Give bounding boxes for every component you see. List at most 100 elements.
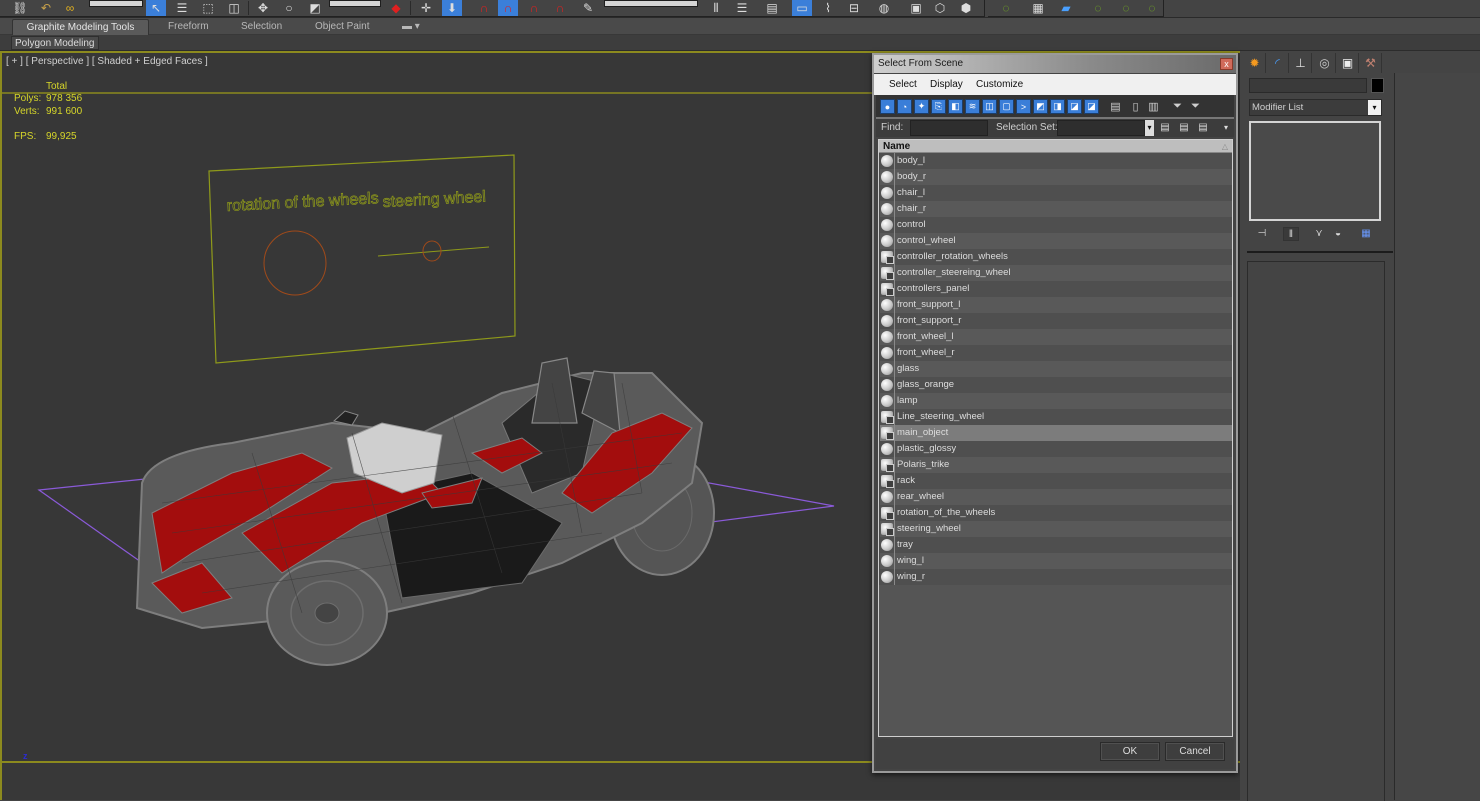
list-item[interactable]: control_wheel [879,233,1232,249]
list-item[interactable]: control [879,217,1232,233]
row-separator [894,553,895,569]
tab-freeform[interactable]: Freeform [162,19,215,35]
list-item[interactable]: chair_l [879,185,1232,201]
list-item-label: controller_steereing_wheel [897,267,1011,278]
list-item[interactable]: main_object [879,425,1232,441]
find-input[interactable] [910,120,988,136]
list-item[interactable]: steering_wheel [879,521,1232,537]
dialog-title: Select From Scene [878,58,964,69]
object-name-input[interactable] [1249,78,1367,93]
row-separator [894,313,895,329]
list-item[interactable]: lamp [879,393,1232,409]
list-item[interactable]: controllers_panel [879,281,1232,297]
filter-geometry-icon[interactable]: ● [880,99,895,114]
select-set-icon[interactable]: ▤ [1158,121,1172,135]
configure-modifier-sets-icon[interactable]: ▦ [1358,227,1374,241]
filter-helpers-icon[interactable]: ◧ [948,99,963,114]
close-icon[interactable]: x [1220,58,1233,70]
modify-icon[interactable]: ◜ [1267,53,1289,73]
display-none-icon[interactable]: ▯ [1128,99,1143,114]
hierarchy-icon[interactable]: ⊥ [1290,53,1312,73]
utilities-icon[interactable]: ⚒ [1360,53,1382,73]
filter-bones-icon[interactable]: > [1016,99,1031,114]
list-item[interactable]: wing_r [879,569,1232,585]
list-item[interactable]: rear_wheel [879,489,1232,505]
filter-lights-icon[interactable]: ✦ [914,99,929,114]
display-icon[interactable]: ▣ [1337,53,1359,73]
remove-modifier-icon[interactable]: ◒ [1330,227,1346,241]
filter-spacewarps-icon[interactable]: ≋ [965,99,980,114]
modifier-stack[interactable] [1249,121,1381,221]
list-item[interactable]: body_l [879,153,1232,169]
geometry-object-icon [881,539,893,551]
geometry-object-icon [881,443,893,455]
group-object-icon [881,459,894,472]
list-item-label: lamp [897,395,918,406]
filter-icon[interactable]: ⏷ [1170,99,1185,114]
list-item[interactable]: controller_steereing_wheel [879,265,1232,281]
geometry-object-icon [881,347,893,359]
rotation-wheels-controller[interactable] [263,230,327,296]
filter-hidden-icon[interactable]: ◪ [1067,99,1082,114]
list-item-label: front_wheel_r [897,347,955,358]
name-column-header[interactable]: Name △ [879,140,1232,153]
polygon-modeling-panel[interactable]: Polygon Modeling [11,36,99,50]
filter-cameras-icon[interactable]: ⎘ [931,99,946,114]
list-item[interactable]: front_support_r [879,313,1232,329]
filter-groups-icon[interactable]: ◫ [982,99,997,114]
advanced-filter-icon[interactable]: ⏷ [1188,99,1203,114]
list-item[interactable]: glass [879,361,1232,377]
toolbar-overflow-icon[interactable]: ▾ [1219,121,1233,135]
display-all-icon[interactable]: ▤ [1108,99,1123,114]
list-item[interactable]: controller_rotation_wheels [879,249,1232,265]
filter-containers-icon[interactable]: ◩ [1033,99,1048,114]
shape-object-icon [881,267,894,280]
list-item[interactable]: rotation_of_the_wheels [879,505,1232,521]
list-item-label: controller_rotation_wheels [897,251,1008,262]
list-item[interactable]: glass_orange [879,377,1232,393]
list-item[interactable]: front_support_l [879,297,1232,313]
selection-set-dropdown[interactable]: ▾ [1145,120,1154,136]
object-color-swatch[interactable] [1371,78,1384,93]
ribbon-options-icon[interactable]: ▬ ▾ [396,19,426,35]
display-invert-icon[interactable]: ▥ [1146,99,1161,114]
list-item[interactable]: tray [879,537,1232,553]
filter-shapes-icon[interactable]: ◔ [897,99,912,114]
list-item[interactable]: Line_steering_wheel [879,409,1232,425]
filter-none-icon[interactable]: ◪ [1084,99,1099,114]
create-icon[interactable]: ✹ [1244,53,1266,73]
list-item[interactable]: rack [879,473,1232,489]
add-to-set-icon[interactable]: ▤ [1177,121,1191,135]
show-end-result-icon[interactable]: ‖ [1283,227,1299,241]
list-item[interactable]: front_wheel_l [879,329,1232,345]
list-item[interactable]: Polaris_trike [879,457,1232,473]
tab-graphite-modeling-tools[interactable]: Graphite Modeling Tools [12,19,149,35]
menu-customize[interactable]: Customize [976,77,1023,92]
tab-selection[interactable]: Selection [235,19,288,35]
scene-object-list[interactable]: Name △ body_l body_r chair_l chair_r control… [878,139,1233,737]
pin-stack-icon[interactable]: ⊣ [1254,227,1270,241]
list-item[interactable]: front_wheel_r [879,345,1232,361]
list-item[interactable]: plastic_glossy [879,441,1232,457]
geometry-object-icon [881,235,893,247]
controllers-panel-frame[interactable] [208,154,516,364]
filter-frozen-icon[interactable]: ◨ [1050,99,1065,114]
filter-xrefs-icon[interactable]: ▢ [999,99,1014,114]
motion-icon[interactable]: ◎ [1314,53,1336,73]
list-item[interactable]: body_r [879,169,1232,185]
cancel-button[interactable]: Cancel [1165,742,1225,761]
remove-from-set-icon[interactable]: ▤ [1196,121,1210,135]
group-object-icon [881,475,894,488]
polaris-trike-model[interactable] [135,357,715,666]
list-item[interactable]: chair_r [879,201,1232,217]
ok-button[interactable]: OK [1100,742,1160,761]
selection-set-input[interactable] [1057,120,1145,136]
dialog-title-bar[interactable]: Select From Scene x [874,55,1236,73]
menu-display[interactable]: Display [930,77,963,92]
list-item[interactable]: wing_l [879,553,1232,569]
make-unique-icon[interactable]: ⋎ [1311,227,1327,241]
tab-object-paint[interactable]: Object Paint [309,19,375,35]
menu-select[interactable]: Select [889,77,917,92]
geometry-object-icon [881,571,893,583]
modifier-list-dropdown[interactable]: Modifier List ▾ [1249,99,1382,116]
